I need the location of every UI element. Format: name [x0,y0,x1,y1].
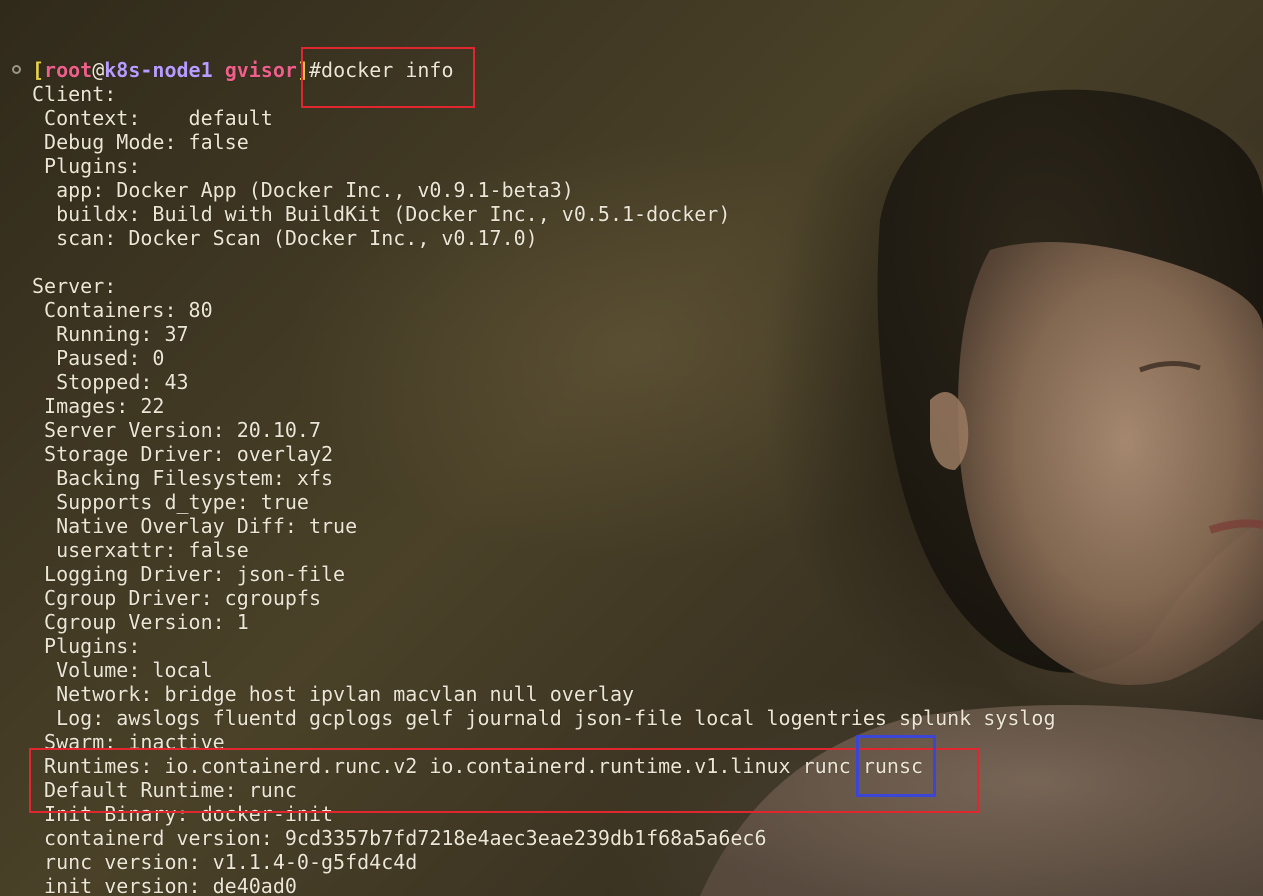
output-line: Client: [32,82,117,106]
output-line: Volume: local [32,658,213,682]
prompt-dir: gvisor [224,58,297,82]
output-line: Containers: 80 [32,298,213,322]
output-line: Default Runtime: runc [32,778,297,802]
output-line: Plugins: [32,634,141,658]
terminal-window[interactable]: [root@k8s-node1 gvisor]#docker info Clie… [0,0,1263,896]
prompt-symbol: # [308,58,322,82]
output-line: Paused: 0 [32,346,165,370]
output-line: Server: [32,274,117,298]
output-line: Context: default [32,106,273,130]
output-line: Native Overlay Diff: true [32,514,358,538]
output-line: scan: Docker Scan (Docker Inc., v0.17.0) [32,226,538,250]
output-line: Images: 22 [32,394,165,418]
output-line: userxattr: false [32,538,249,562]
output-line: runc version: v1.1.4-0-g5fd4c4d [32,850,418,874]
output-line: Server Version: 20.10.7 [32,418,321,442]
output-line: Cgroup Driver: cgroupfs [32,586,321,610]
prompt-host: k8s-node1 [104,58,213,82]
output-line: Plugins: [32,154,141,178]
output-line: app: Docker App (Docker Inc., v0.9.1-bet… [32,178,574,202]
output-line: Supports d_type: true [32,490,309,514]
output-line: init version: de40ad0 [32,874,297,896]
output-line: Cgroup Version: 1 [32,610,249,634]
output-line: Init Binary: docker-init [32,802,334,826]
output-line: Swarm: inactive [32,730,225,754]
output-line: buildx: Build with BuildKit (Docker Inc.… [32,202,731,226]
circle-outline-icon [12,65,21,74]
command-text: docker info [321,58,454,82]
prompt-at: @ [92,58,105,82]
prompt-line: [root@k8s-node1 gvisor]#docker info [32,58,453,82]
output-line: Stopped: 43 [32,370,189,394]
output-line: Storage Driver: overlay2 [32,442,334,466]
prompt-user: root [44,58,93,82]
output-line: Debug Mode: false [32,130,249,154]
output-line: containerd version: 9cd3357b7fd7218e4aec… [32,826,767,850]
prompt-open-bracket: [ [32,58,45,82]
output-line: Running: 37 [32,322,189,346]
prompt-close-bracket: ] [296,58,309,82]
output-line: Logging Driver: json-file [32,562,346,586]
output-line: Backing Filesystem: xfs [32,466,334,490]
output-line: Runtimes: io.containerd.runc.v2 io.conta… [32,754,924,778]
output-line: Network: bridge host ipvlan macvlan null… [32,682,635,706]
output-line: Log: awslogs fluentd gcplogs gelf journa… [32,706,1056,730]
